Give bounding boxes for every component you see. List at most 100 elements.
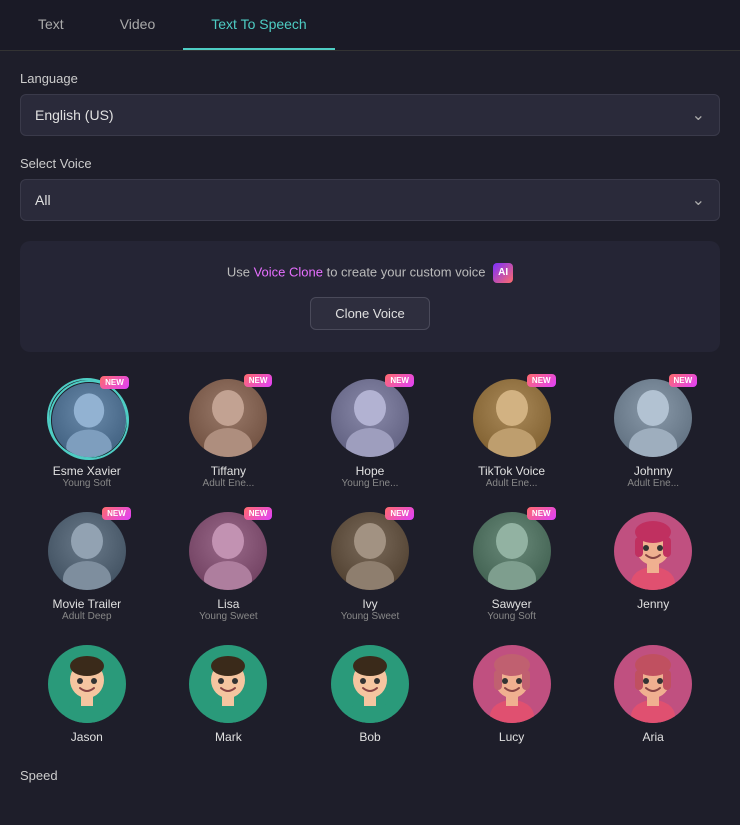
voice-name-lisa: Lisa — [217, 597, 239, 611]
avatar-svg-tiffany — [188, 378, 268, 458]
voice-item-jenny[interactable]: Jenny — [586, 505, 720, 628]
voice-item-aria[interactable]: Aria — [586, 638, 720, 750]
voice-item-tiffany[interactable]: NEW TiffanyAdult Ene... — [162, 372, 296, 495]
avatar-wrap-movie: NEW — [47, 511, 127, 591]
avatar-svg-movie — [47, 511, 127, 591]
voice-desc-johnny: Adult Ene... — [627, 478, 679, 489]
new-badge: NEW — [102, 507, 131, 520]
select-voice-section: Select Voice All ⌄ — [20, 156, 720, 221]
language-dropdown[interactable]: English (US) ⌄ — [20, 94, 720, 136]
voice-item-tiktok[interactable]: NEW TikTok VoiceAdult Ene... — [445, 372, 579, 495]
chevron-down-icon: ⌄ — [692, 190, 705, 210]
new-badge: NEW — [669, 374, 698, 387]
voice-desc-tiffany: Adult Ene... — [203, 478, 255, 489]
voice-desc-esme: Young Soft — [63, 478, 112, 489]
chevron-down-icon: ⌄ — [692, 105, 705, 125]
voice-filter-dropdown[interactable]: All ⌄ — [20, 179, 720, 221]
language-label: Language — [20, 71, 720, 86]
avatar-svg-jason — [47, 644, 127, 724]
select-voice-label: Select Voice — [20, 156, 720, 171]
voice-clone-text: Use Voice Clone to create your custom vo… — [42, 263, 698, 283]
avatar-wrap-lucy — [472, 644, 552, 724]
avatar-svg-sawyer — [472, 511, 552, 591]
avatar-wrap-sawyer: NEW — [472, 511, 552, 591]
avatar-wrap-tiktok: NEW — [472, 378, 552, 458]
tab-text[interactable]: Text — [10, 0, 92, 50]
avatar-svg-tiktok — [472, 378, 552, 458]
tab-tts[interactable]: Text To Speech — [183, 0, 334, 50]
voice-item-jason[interactable]: Jason — [20, 638, 154, 750]
voice-name-aria: Aria — [643, 730, 664, 744]
voice-item-bob[interactable]: Bob — [303, 638, 437, 750]
avatar-wrap-aria — [613, 644, 693, 724]
voice-name-sawyer: Sawyer — [492, 597, 532, 611]
avatar-svg-lucy — [472, 644, 552, 724]
voice-name-tiffany: Tiffany — [211, 464, 246, 478]
voice-name-movie: Movie Trailer — [52, 597, 121, 611]
voice-filter-selected: All — [35, 192, 51, 208]
voice-item-sawyer[interactable]: NEW SawyerYoung Soft — [445, 505, 579, 628]
new-badge: NEW — [385, 507, 414, 520]
language-section: Language English (US) ⌄ — [20, 71, 720, 136]
voice-desc-lisa: Young Sweet — [199, 611, 258, 622]
avatar-wrap-mark — [188, 644, 268, 724]
new-badge: NEW — [385, 374, 414, 387]
avatar-svg-bob — [330, 644, 410, 724]
avatar-svg-hope — [330, 378, 410, 458]
avatar-svg-aria — [613, 644, 693, 724]
clone-voice-button[interactable]: Clone Voice — [310, 297, 429, 330]
avatar-svg-ivy — [330, 511, 410, 591]
new-badge: NEW — [527, 507, 556, 520]
avatar-svg-jenny — [613, 511, 693, 591]
voice-item-movie[interactable]: NEW Movie TrailerAdult Deep — [20, 505, 154, 628]
voice-desc-tiktok: Adult Ene... — [486, 478, 538, 489]
voice-desc-sawyer: Young Soft — [487, 611, 536, 622]
voice-name-hope: Hope — [356, 464, 385, 478]
avatar-svg-mark — [188, 644, 268, 724]
voice-item-esme[interactable]: NEW Esme XavierYoung Soft — [20, 372, 154, 495]
voice-clone-link[interactable]: Voice Clone — [254, 264, 323, 279]
voice-name-mark: Mark — [215, 730, 242, 744]
avatar-svg-johnny — [613, 378, 693, 458]
voice-item-lucy[interactable]: Lucy — [445, 638, 579, 750]
avatar-wrap-jenny — [613, 511, 693, 591]
voice-name-jenny: Jenny — [637, 597, 669, 611]
avatar-wrap-ivy: NEW — [330, 511, 410, 591]
voice-item-mark[interactable]: Mark — [162, 638, 296, 750]
voice-name-esme: Esme Xavier — [53, 464, 121, 478]
new-badge: NEW — [100, 376, 129, 389]
avatar-wrap-hope: NEW — [330, 378, 410, 458]
avatar-wrap-lisa: NEW — [188, 511, 268, 591]
voice-item-hope[interactable]: NEW HopeYoung Ene... — [303, 372, 437, 495]
voice-name-bob: Bob — [359, 730, 380, 744]
voice-name-jason: Jason — [71, 730, 103, 744]
avatar-wrap-bob — [330, 644, 410, 724]
voice-name-tiktok: TikTok Voice — [478, 464, 545, 478]
new-badge: NEW — [244, 374, 273, 387]
avatar-wrap-tiffany: NEW — [188, 378, 268, 458]
ai-badge-icon: AI — [493, 263, 513, 283]
main-content: Language English (US) ⌄ Select Voice All… — [0, 51, 740, 819]
voice-item-lisa[interactable]: NEW LisaYoung Sweet — [162, 505, 296, 628]
avatar-wrap-jason — [47, 644, 127, 724]
avatar-wrap-johnny: NEW — [613, 378, 693, 458]
avatar-svg-lisa — [188, 511, 268, 591]
voice-desc-movie: Adult Deep — [62, 611, 111, 622]
voice-item-johnny[interactable]: NEW JohnnyAdult Ene... — [586, 372, 720, 495]
tabs-bar: Text Video Text To Speech — [0, 0, 740, 51]
voice-desc-ivy: Young Sweet — [341, 611, 400, 622]
voice-item-ivy[interactable]: NEW IvyYoung Sweet — [303, 505, 437, 628]
speed-label: Speed — [20, 768, 720, 783]
avatar-wrap-esme: NEW — [47, 378, 127, 458]
voice-clone-banner: Use Voice Clone to create your custom vo… — [20, 241, 720, 352]
avatar-svg-esme — [49, 380, 129, 460]
new-badge: NEW — [527, 374, 556, 387]
new-badge: NEW — [244, 507, 273, 520]
tab-video[interactable]: Video — [92, 0, 184, 50]
voice-name-lucy: Lucy — [499, 730, 524, 744]
voice-name-johnny: Johnny — [634, 464, 673, 478]
language-selected: English (US) — [35, 107, 114, 123]
voice-grid: NEWEsme XavierYoung SoftNEWTiffanyAdult … — [20, 372, 720, 750]
voice-desc-hope: Young Ene... — [342, 478, 399, 489]
voice-name-ivy: Ivy — [362, 597, 377, 611]
